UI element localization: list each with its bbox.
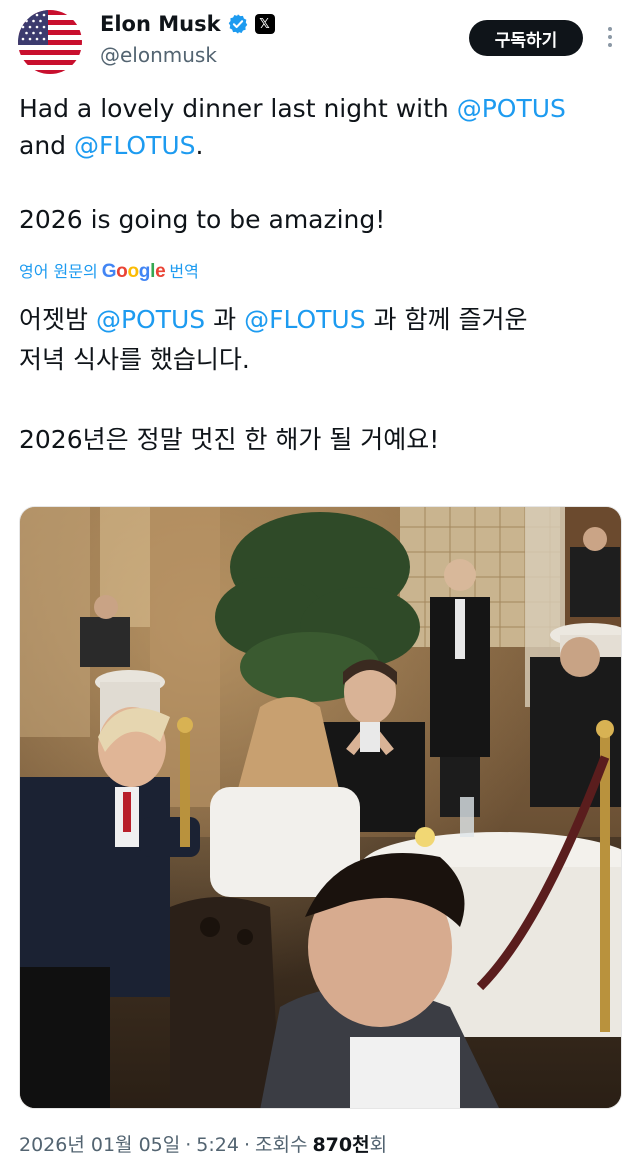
us-flag-avatar-icon: [18, 10, 82, 74]
google-logo: Google: [101, 261, 166, 282]
tweet-text-segment: Had a lovely dinner last night with: [19, 94, 457, 123]
tweet-text-segment: .: [195, 131, 204, 160]
views-count: 870천: [312, 1134, 370, 1156]
mention-potus-link[interactable]: @POTUS: [457, 94, 566, 123]
translated-text: 어젯밤 @POTUS 과 @FLOTUS 과 함께 즐거운 저녁 식사를 했습니…: [19, 300, 619, 460]
tweet-date[interactable]: 2026년 01월 05일: [19, 1130, 180, 1157]
meta-separator: ·: [185, 1134, 192, 1156]
mention-flotus-link[interactable]: @FLOTUS: [244, 305, 366, 334]
more-vertical-icon[interactable]: [600, 22, 620, 52]
verified-badge-icon: [228, 14, 247, 34]
tweet-text: Had a lovely dinner last night with @POT…: [19, 90, 619, 238]
translation-prefix: 영어 원문의: [19, 262, 98, 281]
tweet-line-3: 2026 is going to be amazing!: [19, 205, 386, 234]
mention-flotus-link[interactable]: @FLOTUS: [74, 131, 196, 160]
tweet-meta: 2026년 01월 05일 · 5:24 · 조회수 870천 회: [19, 1130, 387, 1157]
tweet-text-segment: and: [19, 131, 74, 160]
views-label: 조회수: [255, 1134, 308, 1156]
tweet-line-2: and @FLOTUS.: [19, 127, 619, 164]
x-logo-icon: 𝕏: [254, 14, 275, 34]
tweet-header: Elon Musk 𝕏 @elonmusk 구독하기: [0, 0, 640, 80]
views-suffix: 회: [369, 1134, 388, 1156]
translated-spacer: [19, 380, 619, 420]
translated-segment: 어젯밤: [19, 305, 96, 334]
author-name-row: Elon Musk 𝕏: [100, 12, 275, 36]
translated-line-3: 2026년은 정말 멋진 한 해가 될 거예요!: [19, 425, 440, 454]
meta-separator: ·: [243, 1134, 250, 1156]
translated-line-2: 저녁 식사를 했습니다.: [19, 345, 250, 374]
translation-attribution[interactable]: 영어 원문의 Google 번역: [19, 258, 199, 283]
author-name[interactable]: Elon Musk: [100, 12, 221, 36]
dinner-restaurant-photo: [20, 507, 621, 1108]
translated-line-1: 어젯밤 @POTUS 과 @FLOTUS 과 함께 즐거운: [19, 300, 619, 340]
tweet-photo[interactable]: [19, 506, 622, 1109]
tweet-time[interactable]: 5:24: [196, 1134, 239, 1156]
translation-suffix: 번역: [169, 262, 199, 281]
mention-potus-link[interactable]: @POTUS: [96, 305, 205, 334]
subscribe-button[interactable]: 구독하기: [469, 20, 583, 56]
tweet-line-1: Had a lovely dinner last night with @POT…: [19, 90, 619, 127]
translated-segment: 과: [205, 305, 245, 334]
avatar[interactable]: [18, 10, 82, 74]
translated-segment: 과 함께 즐거운: [365, 305, 528, 334]
author-handle[interactable]: @elonmusk: [100, 43, 217, 67]
tweet-spacer: [19, 164, 619, 201]
